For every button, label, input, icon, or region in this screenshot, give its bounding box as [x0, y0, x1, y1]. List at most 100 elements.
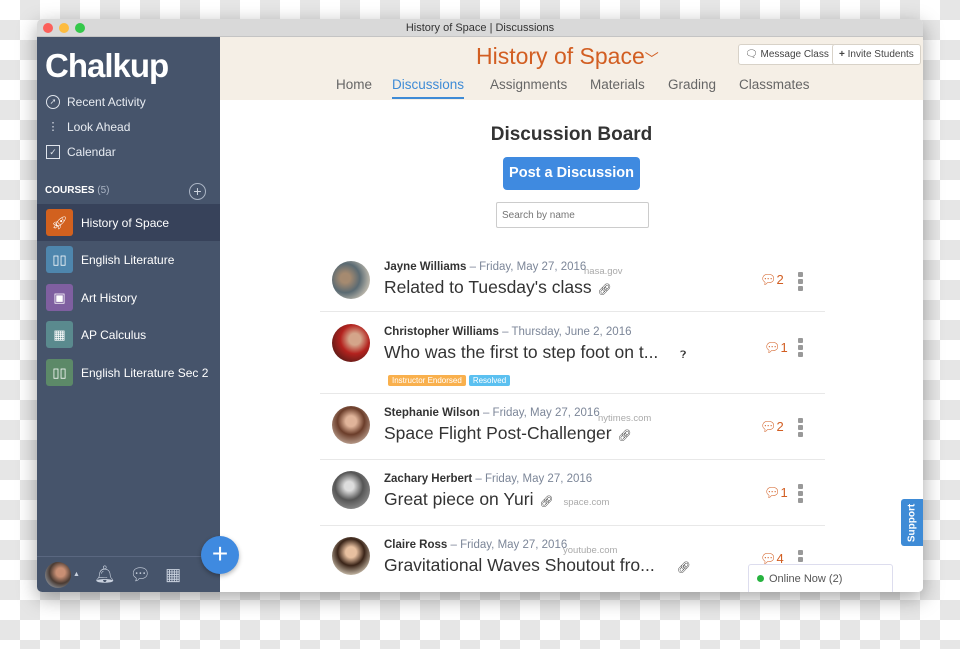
online-status-icon: [757, 575, 764, 582]
course-label: English Literature Sec 2: [81, 365, 209, 380]
author-avatar: [332, 324, 370, 362]
avatar: [45, 561, 71, 588]
page-title: Discussion Board: [490, 124, 653, 145]
post-date: – Thursday, June 2, 2016: [502, 326, 632, 338]
nav-label: Look Ahead: [67, 120, 131, 134]
question-icon: ❓︎: [680, 350, 687, 361]
post-date: – Friday, May 27, 2016: [450, 539, 568, 551]
calculator-icon: ▦: [46, 321, 73, 348]
discussion-item[interactable]: Christopher Williams – Thursday, June 2,…: [320, 312, 825, 394]
discussion-item[interactable]: Jayne Williams – Friday, May 27, 2016 na…: [320, 255, 825, 312]
online-now-panel[interactable]: Online Now (2): [748, 564, 893, 592]
close-window-button[interactable]: [43, 23, 53, 33]
course-title-dropdown[interactable]: History of Space﹀: [476, 43, 659, 70]
comment-count[interactable]: 💬︎2: [760, 272, 784, 288]
logo[interactable]: Chalkup: [45, 47, 169, 85]
user-menu[interactable]: ▲: [45, 561, 80, 588]
post-date: – Friday, May 27, 2016: [482, 407, 600, 419]
support-button[interactable]: Support: [901, 499, 923, 546]
post-title: Gravitational Waves Shoutout fro... 🔗︎: [384, 555, 691, 575]
post-author: Zachary Herbert – Friday, May 27, 2016: [384, 473, 593, 485]
resolved-badge: Resolved: [468, 375, 511, 386]
more-options-icon[interactable]: [798, 484, 803, 505]
course-label: Art History: [81, 290, 138, 305]
tab-home[interactable]: Home: [336, 77, 372, 97]
link-icon: 🔗︎: [617, 430, 632, 442]
compass-icon: ➚: [46, 95, 60, 109]
discussion-item[interactable]: Zachary Herbert – Friday, May 27, 2016 G…: [320, 460, 825, 526]
comment-icon: 💬︎: [764, 485, 781, 500]
instructor-endorsed-badge: Instructor Endorsed: [388, 375, 466, 386]
courses-heading: COURSES (5): [45, 185, 110, 196]
comment-icon: 💬︎: [760, 272, 777, 287]
nav-calendar[interactable]: ✓ Calendar: [46, 145, 116, 159]
grid-icon[interactable]: ▦: [165, 565, 181, 585]
add-course-button[interactable]: +: [189, 183, 206, 200]
author-avatar: [332, 406, 370, 444]
image-icon: ▣: [46, 284, 73, 311]
more-options-icon[interactable]: [798, 418, 803, 439]
comment-count[interactable]: 💬︎1: [764, 485, 788, 501]
sidebar: Chalkup ➚ Recent Activity ⋮ Look Ahead ✓ Ca…: [37, 37, 220, 592]
author-avatar: [332, 471, 370, 509]
discussion-item[interactable]: Stephanie Wilson – Friday, May 27, 2016 …: [320, 394, 825, 460]
post-title: Space Flight Post-Challenger 🔗︎: [384, 423, 632, 443]
book-icon: ▯▯: [46, 359, 73, 386]
tab-materials[interactable]: Materials: [590, 77, 645, 97]
discussion-board: Discussion Board Post a Discussion Jayne…: [220, 100, 923, 592]
invite-students-button[interactable]: + Invite Students: [832, 44, 921, 65]
more-options-icon[interactable]: [798, 338, 803, 359]
course-history-of-space[interactable]: 🚀︎ History of Space: [37, 204, 220, 241]
button-label: Message Class: [760, 49, 829, 60]
sidebar-footer: ▲ 🔔︎ 💬︎ ▦: [37, 556, 220, 592]
plus-icon: +: [839, 49, 845, 60]
post-date: – Friday, May 27, 2016: [475, 473, 593, 485]
timeline-icon: ⋮: [47, 121, 59, 133]
course-label: History of Space: [81, 215, 170, 230]
course-art-history[interactable]: ▣ Art History: [37, 279, 220, 316]
course-english-literature[interactable]: ▯▯ English Literature: [37, 241, 220, 278]
link-icon: 🔗︎: [597, 284, 612, 296]
nav-recent-activity[interactable]: ➚ Recent Activity: [46, 95, 146, 109]
post-date: – Friday, May 27, 2016: [469, 261, 587, 273]
post-title: Great piece on Yuri 🔗︎ space.com: [384, 489, 610, 509]
search-input[interactable]: [496, 202, 649, 228]
nav-label: Recent Activity: [67, 95, 146, 109]
course-label: English Literature: [81, 252, 175, 267]
link-icon: 🔗︎: [539, 496, 554, 508]
chat-icon: 🗨︎: [745, 49, 758, 60]
chat-bubbles-icon[interactable]: 💬︎: [130, 565, 152, 585]
caret-up-icon: ▲: [73, 571, 80, 578]
message-class-button[interactable]: 🗨︎ Message Class: [738, 44, 836, 65]
post-title: Who was the first to step foot on t... ❓︎: [384, 342, 687, 362]
comment-icon: 💬︎: [764, 340, 781, 355]
tab-grading[interactable]: Grading: [668, 77, 716, 97]
maximize-window-button[interactable]: [75, 23, 85, 33]
course-english-literature-sec-2[interactable]: ▯▯ English Literature Sec 2: [37, 354, 220, 391]
title-bar: History of Space | Discussions: [37, 19, 923, 37]
minimize-window-button[interactable]: [59, 23, 69, 33]
post-author: Christopher Williams – Thursday, June 2,…: [384, 326, 632, 338]
comment-icon: 💬︎: [760, 419, 777, 434]
tab-discussions[interactable]: Discussions: [392, 77, 465, 99]
courses-count: (5): [97, 185, 110, 196]
window-title: History of Space | Discussions: [405, 22, 555, 34]
comment-count[interactable]: 💬︎1: [764, 340, 788, 356]
nav-look-ahead[interactable]: ⋮ Look Ahead: [46, 120, 131, 134]
bell-icon[interactable]: 🔔︎: [94, 565, 116, 585]
post-author: Jayne Williams – Friday, May 27, 2016: [384, 261, 587, 273]
course-label: AP Calculus: [81, 327, 147, 342]
post-tags: Instructor Endorsed Resolved: [388, 370, 513, 388]
add-button[interactable]: +: [201, 536, 239, 574]
post-discussion-button[interactable]: Post a Discussion: [503, 157, 640, 190]
chevron-down-icon: ﹀: [644, 51, 659, 67]
post-author: Claire Ross – Friday, May 27, 2016: [384, 539, 568, 551]
app-window: History of Space | Discussions Chalkup ➚…: [37, 19, 923, 592]
more-options-icon[interactable]: [798, 272, 803, 293]
book-icon: ▯▯: [46, 246, 73, 273]
tab-assignments[interactable]: Assignments: [490, 77, 567, 97]
comment-count[interactable]: 💬︎2: [760, 419, 784, 435]
course-title: History of Space: [476, 43, 645, 69]
course-ap-calculus[interactable]: ▦ AP Calculus: [37, 316, 220, 353]
tab-classmates[interactable]: Classmates: [739, 77, 810, 97]
